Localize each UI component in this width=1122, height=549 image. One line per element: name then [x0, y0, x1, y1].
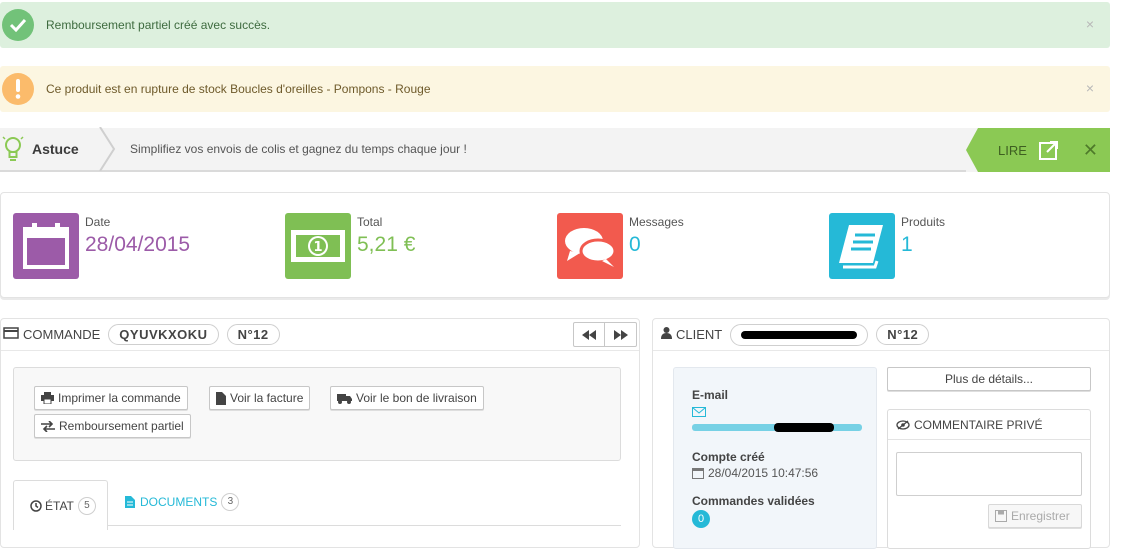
redaction-mark	[741, 330, 858, 339]
file-text-icon	[125, 496, 135, 508]
comments-icon	[557, 213, 623, 279]
kpi-panel: Date 28/04/2015 1 Total 5,21 € Messages	[0, 192, 1110, 298]
print-icon	[41, 392, 54, 404]
client-info-well: E-mail Compte créé 28/04/2015 10:47:56 C…	[673, 367, 877, 549]
file-icon	[216, 391, 226, 405]
validated-orders-label: Commandes validées	[692, 494, 815, 508]
redaction-mark	[774, 423, 834, 432]
save-icon	[995, 510, 1007, 522]
kpi-date: Date 28/04/2015	[13, 213, 273, 279]
kpi-title: Total	[357, 215, 383, 229]
next-order-button[interactable]	[605, 322, 637, 347]
state-count-badge: 5	[77, 496, 96, 515]
client-header-label: CLIENT	[676, 327, 723, 342]
tip-message: Simplifiez vos envois de colis et gagnez…	[130, 142, 467, 156]
success-alert: Remboursement partiel créé avec succès. …	[0, 2, 1110, 48]
order-panel: COMMANDE QYUVKXOKU N°12 Imprimer la comm…	[0, 318, 640, 548]
close-icon[interactable]: ×	[1086, 80, 1094, 96]
documents-count-badge: 3	[221, 493, 240, 511]
kpi-value: 28/04/2015	[85, 233, 191, 256]
order-header-label: COMMANDE	[23, 327, 101, 342]
private-comment-textarea[interactable]	[896, 452, 1082, 496]
tab-documents[interactable]: DOCUMENTS 3	[125, 493, 240, 511]
kpi-value: 0	[629, 233, 641, 256]
view-delivery-slip-button[interactable]: Voir le bon de livraison	[330, 386, 484, 410]
success-message: Remboursement partiel créé avec succès.	[46, 18, 271, 32]
client-name-badge	[730, 323, 869, 346]
order-actions-well: Imprimer la commande Voir la facture Voi…	[13, 367, 621, 461]
user-icon	[661, 327, 672, 342]
client-panel-header: CLIENT N°12	[653, 319, 1109, 351]
money-icon: 1	[285, 213, 351, 279]
kpi-title: Date	[85, 215, 111, 229]
private-comment-panel: COMMENTAIRE PRIVÉ Enregistrer	[887, 409, 1091, 549]
lightbulb-icon	[2, 134, 24, 164]
kpi-value: 5,21 €	[357, 233, 416, 256]
warning-alert: Ce produit est en rupture de stock Boucl…	[0, 66, 1110, 112]
clock-icon	[30, 499, 42, 512]
external-link-icon	[1038, 140, 1059, 160]
order-reference-badge: QYUVKXOKU	[108, 324, 219, 345]
validated-orders-badge: 0	[692, 510, 710, 528]
kpi-products: Produits 1	[829, 213, 1089, 279]
account-created-date: 28/04/2015 10:47:56	[692, 466, 818, 480]
account-created-label: Compte créé	[692, 450, 765, 464]
kpi-messages: Messages 0	[557, 213, 817, 279]
kpi-title: Produits	[901, 215, 946, 229]
svg-text:1: 1	[313, 240, 322, 255]
private-comment-header: COMMENTAIRE PRIVÉ	[888, 410, 1090, 440]
check-circle-icon	[2, 9, 34, 41]
calendar-icon	[692, 468, 704, 479]
read-label: LIRE	[998, 142, 1027, 158]
credit-card-icon	[3, 327, 19, 342]
close-icon[interactable]: ×	[1086, 16, 1094, 32]
calendar-icon	[13, 213, 79, 279]
exchange-icon	[41, 420, 55, 432]
order-navigation	[573, 322, 637, 347]
chevron-right-divider	[98, 126, 116, 172]
envelope-icon	[692, 406, 706, 420]
order-panel-header: COMMANDE QYUVKXOKU N°12	[1, 319, 639, 351]
exclamation-circle-icon	[2, 73, 34, 105]
client-panel: CLIENT N°12 E-mail Compte créé 28/04/201…	[652, 318, 1110, 549]
print-order-button[interactable]: Imprimer la commande	[34, 386, 188, 410]
backward-icon	[582, 329, 596, 340]
read-tip-button[interactable]: LIRE ✕	[966, 128, 1110, 172]
order-number-badge: N°12	[226, 324, 280, 345]
warning-message: Ce produit est en rupture de stock Boucl…	[46, 82, 431, 96]
tip-bar: Astuce Simplifiez vos envois de colis et…	[0, 126, 1110, 172]
partial-refund-button[interactable]: Remboursement partiel	[34, 414, 191, 438]
tab-state[interactable]: ÉTAT 5	[13, 480, 108, 530]
view-invoice-button[interactable]: Voir la facture	[209, 386, 311, 410]
kpi-value: 1	[901, 233, 913, 256]
kpi-total: 1 Total 5,21 €	[285, 213, 545, 279]
save-comment-button[interactable]: Enregistrer	[988, 504, 1082, 528]
forward-icon	[613, 329, 628, 340]
email-label: E-mail	[692, 388, 729, 402]
previous-order-button[interactable]	[573, 322, 605, 347]
kpi-title: Messages	[629, 215, 684, 229]
tip-label: Astuce	[32, 141, 79, 157]
book-icon	[829, 213, 895, 279]
eye-slash-icon	[896, 419, 910, 430]
tabs-divider	[108, 525, 621, 526]
client-number-badge: N°12	[876, 324, 930, 345]
truck-icon	[337, 393, 352, 404]
close-tip-icon[interactable]: ✕	[1083, 140, 1098, 161]
more-details-button[interactable]: Plus de détails...	[887, 367, 1091, 391]
